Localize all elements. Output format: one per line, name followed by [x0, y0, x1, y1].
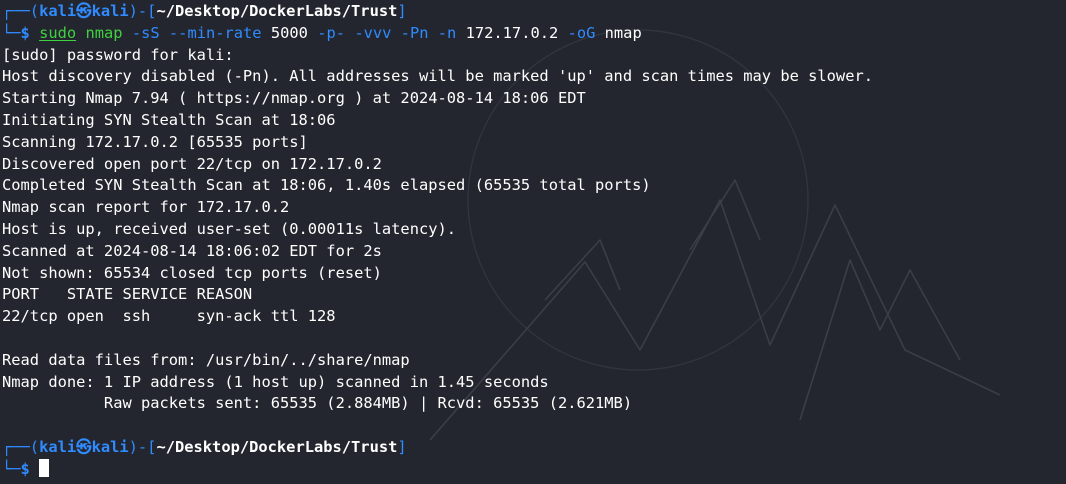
command-arg: nmap [604, 23, 642, 42]
command-arg: -vvv [354, 23, 392, 42]
output-line: Nmap done: 1 IP address (1 host up) scan… [2, 372, 549, 391]
kali-logo-icon: ㉿ [76, 2, 92, 20]
command-arg: -sS [131, 23, 160, 42]
output-line: Discovered open port 22/tcp on 172.17.0.… [2, 154, 382, 173]
output-line: Read data files from: /usr/bin/../share/… [2, 350, 410, 369]
prompt-dollar: $ [20, 23, 40, 42]
command-arg: -p- [317, 23, 346, 42]
terminal-window[interactable]: ┌──(kali㉿kali)-[~/Desktop/DockerLabs/Tru… [0, 0, 1066, 484]
output-line: Raw packets sent: 65535 (2.884MB) | Rcvd… [2, 394, 633, 413]
kali-logo-icon: ㉿ [76, 437, 92, 456]
output-line: Scanning 172.17.0.2 [65535 ports] [2, 132, 308, 151]
command-sudo: sudo [39, 23, 77, 42]
command-arg: --min-rate [168, 23, 262, 42]
output-line: [sudo] password for kali: [2, 45, 234, 64]
command-arg: 172.17.0.2 [465, 23, 559, 42]
output-line: Host discovery disabled (-Pn). All addre… [2, 67, 873, 86]
output-line: Initiating SYN Stealth Scan at 18:06 [2, 110, 336, 129]
prompt-user: kali [39, 437, 77, 456]
prompt-host: kali [91, 437, 129, 456]
output-line: Not shown: 65534 closed tcp ports (reset… [2, 263, 382, 282]
port-table-row: 22/tcp open ssh syn-ack ttl 128 [2, 307, 336, 326]
command-arg: -n [437, 23, 457, 42]
command-arg: -Pn [400, 23, 429, 42]
prompt-line-top: ┌──(kali㉿kali)-[~/Desktop/DockerLabs/Tru… [2, 1, 1064, 23]
command-nmap: nmap [85, 23, 123, 42]
prompt-line-top-2: ┌──(kali㉿kali)-[~/Desktop/DockerLabs/Tru… [2, 437, 1064, 459]
prompt-user: kali [39, 2, 77, 20]
prompt-bracket-open: )-[ [128, 437, 157, 456]
prompt-bracket-close: ] [397, 2, 407, 20]
command-arg: 5000 [270, 23, 308, 42]
prompt-bracket-close: ] [397, 437, 407, 456]
prompt-host: kali [91, 2, 129, 20]
prompt-path: ~/Desktop/DockerLabs/Trust [156, 2, 398, 20]
output-line: Host is up, received user-set (0.00011s … [2, 219, 457, 238]
command-line: └─$ sudo nmap -sS --min-rate 5000 -p- -v… [2, 23, 1064, 45]
text-cursor[interactable] [39, 458, 50, 477]
output-line: Starting Nmap 7.94 ( https://nmap.org ) … [2, 89, 586, 108]
prompt-bracket-open: )-[ [128, 2, 157, 20]
output-line: Completed SYN Stealth Scan at 18:06, 1.4… [2, 176, 651, 195]
command-arg: -oG [567, 23, 596, 42]
prompt-frame-bottom: └─ [2, 23, 21, 42]
prompt-dollar: $ [20, 459, 40, 478]
prompt-frame-bottom: └─ [2, 459, 21, 478]
prompt-path: ~/Desktop/DockerLabs/Trust [156, 437, 398, 456]
output-line: Nmap scan report for 172.17.0.2 [2, 198, 290, 217]
terminal-output: ┌──(kali㉿kali)-[~/Desktop/DockerLabs/Tru… [2, 1, 1064, 481]
port-table-header: PORT STATE SERVICE REASON [2, 285, 253, 304]
input-line[interactable]: └─$ [2, 458, 1064, 481]
prompt-frame: ┌──( [2, 2, 40, 20]
prompt-frame: ┌──( [2, 437, 40, 456]
output-line: Scanned at 2024-08-14 18:06:02 EDT for 2… [2, 241, 382, 260]
